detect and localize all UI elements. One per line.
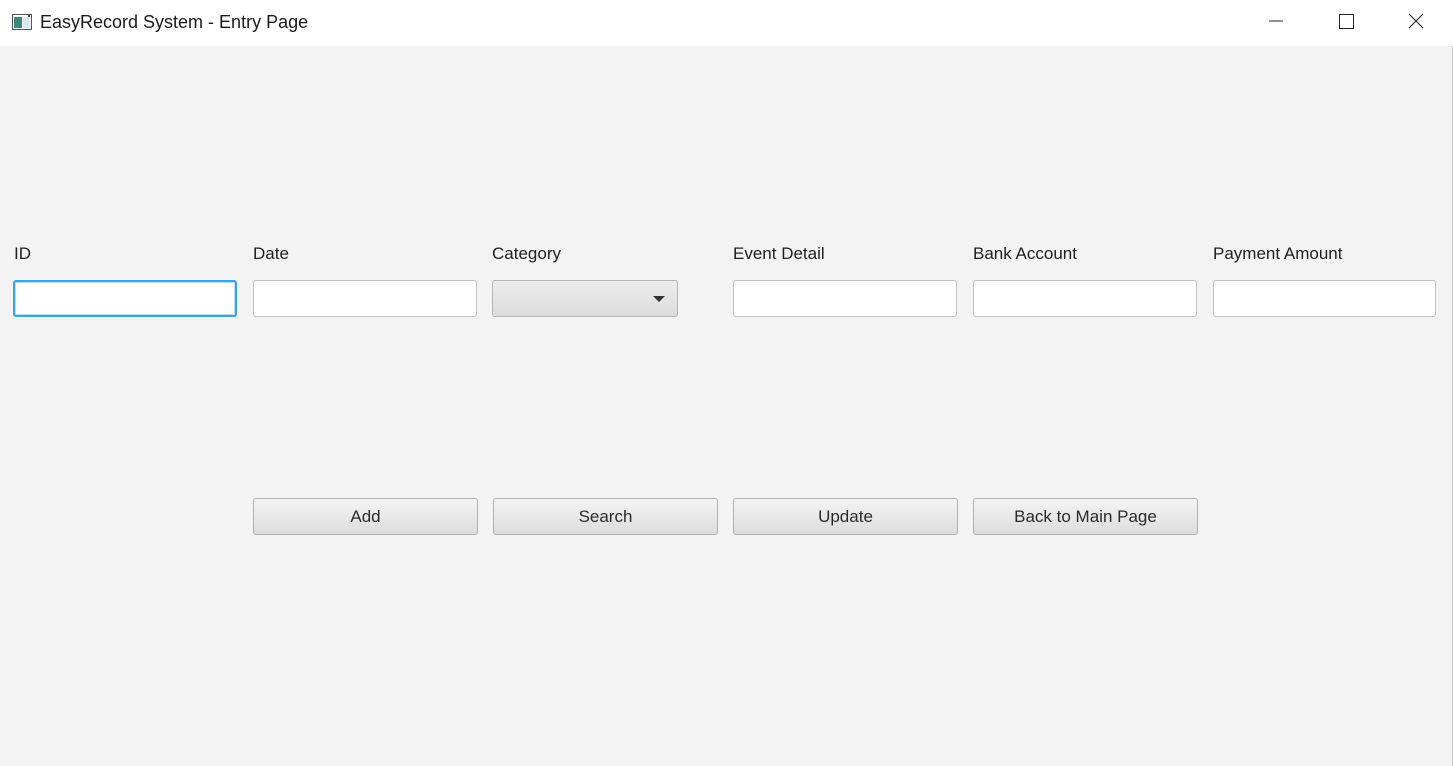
close-icon (1408, 13, 1424, 34)
event-detail-field[interactable] (733, 280, 957, 317)
window-title: EasyRecord System - Entry Page (40, 12, 309, 32)
payment-amount-label: Payment Amount (1213, 244, 1343, 263)
bank-account-field[interactable] (973, 280, 1197, 317)
minimize-button[interactable] (1241, 0, 1311, 46)
app-window: EasyRecord System - Entry Page ID Date C… (0, 0, 1453, 766)
category-dropdown[interactable] (492, 280, 678, 317)
maximize-icon (1338, 13, 1354, 34)
date-field[interactable] (253, 280, 477, 317)
chevron-down-icon (653, 296, 665, 302)
add-button[interactable]: Add (253, 498, 478, 535)
date-label: Date (253, 244, 289, 263)
back-to-main-page-button[interactable]: Back to Main Page (973, 498, 1198, 535)
id-field[interactable] (13, 280, 237, 317)
bank-account-label: Bank Account (973, 244, 1077, 263)
payment-amount-field[interactable] (1213, 280, 1436, 317)
event-detail-label: Event Detail (733, 244, 825, 263)
id-label: ID (14, 244, 31, 263)
close-button[interactable] (1381, 0, 1451, 46)
search-button[interactable]: Search (493, 498, 718, 535)
app-window-icon (12, 14, 32, 30)
category-label: Category (492, 244, 561, 263)
minimize-icon (1268, 13, 1284, 34)
update-button[interactable]: Update (733, 498, 958, 535)
title-bar: EasyRecord System - Entry Page (0, 0, 1453, 46)
maximize-button[interactable] (1311, 0, 1381, 46)
